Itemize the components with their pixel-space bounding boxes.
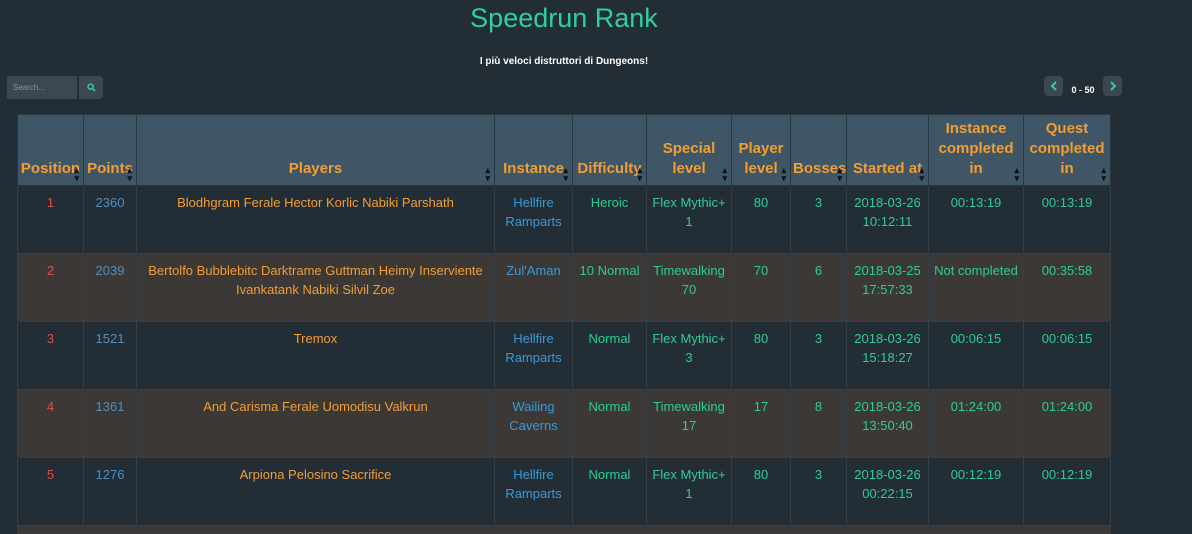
cell-instance-completed: 00:13:19 bbox=[928, 185, 1024, 254]
cell-players: Tremox bbox=[136, 321, 495, 390]
column-header-instance-completed[interactable]: Instance completed in ▴ ▾ bbox=[928, 114, 1024, 186]
column-header-difficulty[interactable]: Difficulty ▴ ▾ bbox=[572, 114, 647, 186]
prev-page-button[interactable] bbox=[1044, 76, 1063, 96]
cell-bosses: 6 bbox=[790, 253, 847, 322]
cell-special-level: Flex Mythic+ 3 bbox=[646, 321, 732, 390]
cell-instance-completed: Not completed bbox=[928, 253, 1024, 322]
cell-position: 2 bbox=[17, 253, 84, 322]
cell-quest-completed: 01:24:00 bbox=[1023, 389, 1111, 458]
chevron-right-icon bbox=[1109, 81, 1116, 91]
cell-points: 2360 bbox=[83, 185, 137, 254]
cell-difficulty: 10 Normal bbox=[572, 253, 647, 322]
column-header-instance[interactable]: Instance ▴ ▾ bbox=[494, 114, 573, 186]
sort-caret-icon: ▴ ▾ bbox=[485, 165, 490, 183]
table-row: 3 1521 Tremox Hellfire Ramparts Normal F… bbox=[17, 321, 1111, 390]
next-page-button[interactable] bbox=[1103, 76, 1122, 96]
cell-difficulty: Normal bbox=[572, 321, 647, 390]
cell-difficulty: Normal bbox=[572, 457, 647, 526]
column-header-quest-completed[interactable]: Quest completed in ▴ ▾ bbox=[1023, 114, 1111, 186]
cell-position: 1 bbox=[17, 185, 84, 254]
sort-caret-icon: ▴ ▾ bbox=[722, 165, 727, 183]
table-row: 2 2039 Bertolfo Bubblebitc Darktrame Gut… bbox=[17, 253, 1111, 322]
search-input[interactable] bbox=[7, 76, 77, 99]
sort-caret-icon: ▴ ▾ bbox=[781, 165, 786, 183]
cell-players: Blodhgram Ferale Hector Korlic Nabiki Pa… bbox=[136, 185, 495, 254]
cell-difficulty: Heroic bbox=[572, 185, 647, 254]
cell-special-level: Timewalking 70 bbox=[646, 253, 732, 322]
page-title: Speedrun Rank bbox=[470, 3, 658, 33]
cell-points: 1276 bbox=[83, 457, 137, 526]
sort-caret-icon: ▴ ▾ bbox=[74, 165, 79, 183]
cell-difficulty: Normal bbox=[572, 389, 647, 458]
table-row: 4 1361 And Carisma Ferale Uomodisu Valkr… bbox=[17, 389, 1111, 458]
cell-players: And Carisma Ferale Uomodisu Valkrun bbox=[136, 389, 495, 458]
cell-started-at: 2018-03-26 00:22:15 bbox=[846, 457, 929, 526]
cell-special-level: Flex Mythic+ 1 bbox=[646, 185, 732, 254]
table-row: 1 2360 Blodhgram Ferale Hector Korlic Na… bbox=[17, 185, 1111, 254]
cell-players: Bertolfo Bubblebitc Darktrame Guttman He… bbox=[136, 253, 495, 322]
page-range-label: 0 - 50 bbox=[1071, 85, 1095, 95]
cell-started-at: 2018-03-26 15:18:27 bbox=[846, 321, 929, 390]
cell-instance-completed: 00:12:19 bbox=[928, 457, 1024, 526]
column-header-special-level[interactable]: Special level ▴ ▾ bbox=[646, 114, 732, 186]
cell-points: 1521 bbox=[83, 321, 137, 390]
column-header-position[interactable]: Position ▴ ▾ bbox=[17, 114, 84, 186]
cell-player-level: 80 bbox=[731, 457, 791, 526]
column-header-players[interactable]: Players ▴ ▾ bbox=[136, 114, 495, 186]
search-button[interactable] bbox=[79, 76, 103, 99]
cell-players: Arpiona Pelosino Sacrifice bbox=[136, 457, 495, 526]
cell-instance: Hellfire Ramparts bbox=[494, 321, 573, 390]
sort-caret-icon: ▴ ▾ bbox=[563, 165, 568, 183]
cell-instance: Zul'Aman bbox=[494, 253, 573, 322]
cell-special-level: Timewalking 17 bbox=[646, 389, 732, 458]
sort-caret-icon: ▴ ▾ bbox=[1014, 165, 1019, 183]
page-subtitle: I più veloci distruttori di Dungeons! bbox=[479, 56, 649, 67]
cell-quest-completed: 00:35:58 bbox=[1023, 253, 1111, 322]
cell-points: 1361 bbox=[83, 389, 137, 458]
sort-caret-icon: ▴ ▾ bbox=[127, 165, 132, 183]
cell-position: 4 bbox=[17, 389, 84, 458]
table-row-partial bbox=[17, 525, 1111, 534]
cell-instance: Wailing Caverns bbox=[494, 389, 573, 458]
cell-quest-completed: 00:12:19 bbox=[1023, 457, 1111, 526]
cell-instance-completed: 00:06:15 bbox=[928, 321, 1024, 390]
sort-caret-icon: ▴ ▾ bbox=[837, 165, 842, 183]
cell-points: 2039 bbox=[83, 253, 137, 322]
cell-quest-completed: 00:13:19 bbox=[1023, 185, 1111, 254]
search-icon bbox=[86, 83, 96, 92]
column-header-bosses[interactable]: Bosses ▴ ▾ bbox=[790, 114, 847, 186]
cell-special-level: Flex Mythic+ 1 bbox=[646, 457, 732, 526]
chevron-left-icon bbox=[1050, 81, 1057, 91]
table-row: 5 1276 Arpiona Pelosino Sacrifice Hellfi… bbox=[17, 457, 1111, 526]
cell-bosses: 3 bbox=[790, 185, 847, 254]
cell-quest-completed: 00:06:15 bbox=[1023, 321, 1111, 390]
cell-started-at: 2018-03-26 13:50:40 bbox=[846, 389, 929, 458]
column-header-points[interactable]: Points ▴ ▾ bbox=[83, 114, 137, 186]
cell-instance: Hellfire Ramparts bbox=[494, 457, 573, 526]
table-header-row: Position ▴ ▾ Points ▴ ▾ Players ▴ ▾ Instance ▴ ▾… bbox=[17, 114, 1111, 186]
cell-bosses: 3 bbox=[790, 321, 847, 390]
cell-player-level: 70 bbox=[731, 253, 791, 322]
column-header-player-level[interactable]: Player level ▴ ▾ bbox=[731, 114, 791, 186]
sort-caret-icon: ▴ ▾ bbox=[1101, 165, 1106, 183]
cell-player-level: 80 bbox=[731, 185, 791, 254]
pagination: 0 - 50 bbox=[1044, 76, 1122, 96]
cell-started-at: 2018-03-25 17:57:33 bbox=[846, 253, 929, 322]
cell-bosses: 3 bbox=[790, 457, 847, 526]
search-bar bbox=[7, 76, 103, 99]
speedrun-rank-table: Position ▴ ▾ Points ▴ ▾ Players ▴ ▾ Instance ▴ ▾… bbox=[17, 114, 1111, 534]
cell-instance-completed: 01:24:00 bbox=[928, 389, 1024, 458]
sort-caret-icon: ▴ ▾ bbox=[637, 165, 642, 183]
cell-position: 3 bbox=[17, 321, 84, 390]
cell-player-level: 80 bbox=[731, 321, 791, 390]
cell-position: 5 bbox=[17, 457, 84, 526]
cell-bosses: 8 bbox=[790, 389, 847, 458]
cell-instance: Hellfire Ramparts bbox=[494, 185, 573, 254]
cell-player-level: 17 bbox=[731, 389, 791, 458]
column-header-started-at[interactable]: Started at ▴ ▾ bbox=[846, 114, 929, 186]
sort-caret-icon: ▴ ▾ bbox=[919, 165, 924, 183]
cell-started-at: 2018-03-26 10:12:11 bbox=[846, 185, 929, 254]
